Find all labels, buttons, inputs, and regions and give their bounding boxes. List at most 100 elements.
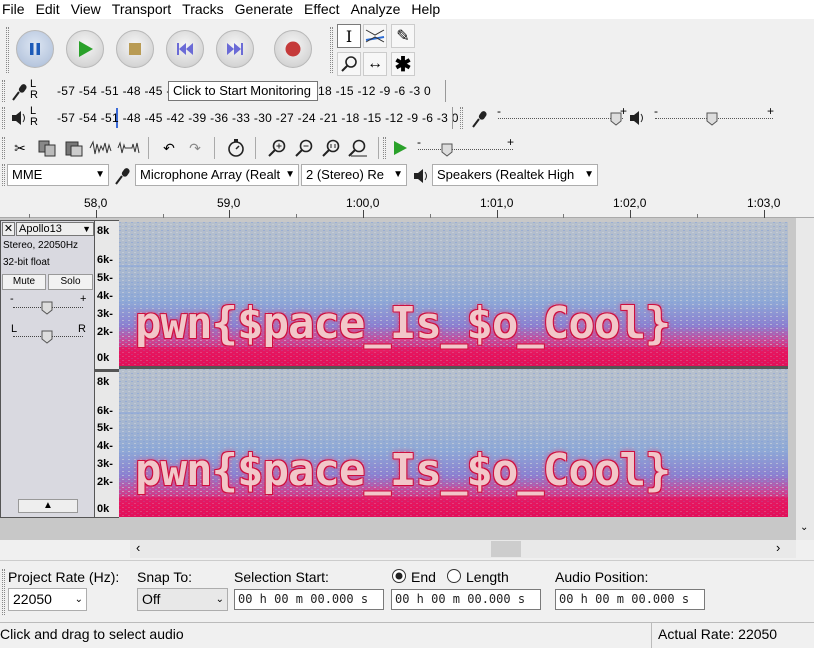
mute-button[interactable]: Mute <box>2 274 46 290</box>
zoom-tool[interactable] <box>337 52 361 76</box>
skip-to-start-button[interactable] <box>166 30 204 68</box>
menu-transport[interactable]: Transport <box>109 0 174 19</box>
toolbar-grip[interactable] <box>2 164 5 186</box>
slider-thumb[interactable] <box>610 112 622 126</box>
multi-tool[interactable]: ✱ <box>391 52 415 76</box>
toolbar-grip[interactable] <box>383 137 386 159</box>
selection-start-label: Selection Start: <box>234 569 329 585</box>
snap-to-value: Off <box>142 591 161 607</box>
magnifier-icon <box>341 56 357 72</box>
freq-label: 0k <box>97 352 110 364</box>
ruler-label: 1:02,0 <box>613 196 647 210</box>
track-name: Apollo13 <box>19 223 62 235</box>
record-meter-scale[interactable]: -57 -54 -51 -48 -45 -42 <box>57 84 185 98</box>
slider-thumb[interactable] <box>706 112 718 126</box>
play-at-speed-button[interactable] <box>388 136 412 160</box>
cut-button[interactable]: ✂ <box>8 136 32 160</box>
play-meter-scale[interactable]: -57 -54 -51 -48 -45 -42 -39 -36 -33 -30 … <box>57 111 459 125</box>
end-radio[interactable] <box>391 568 407 584</box>
selection-start-time[interactable]: 00 h 00 m 00.000 s <box>234 589 384 610</box>
redo-icon: ↷ <box>189 139 201 156</box>
undo-button[interactable]: ↶ <box>157 136 181 160</box>
slider-thumb[interactable] <box>41 301 53 315</box>
spectrogram-right-channel[interactable]: pwn{$pace_Is_$o_Cool} <box>119 369 788 517</box>
toolbar-grip[interactable] <box>6 27 9 73</box>
zoom-in-button[interactable] <box>265 136 289 160</box>
menu-tracks[interactable]: Tracks <box>179 0 226 19</box>
toolbar-grip[interactable] <box>2 107 5 129</box>
double-arrow-icon: ↔ <box>367 55 383 72</box>
zoom-fit-icon <box>348 139 367 157</box>
toolbar-grip[interactable] <box>2 137 5 159</box>
chevron-down-icon[interactable]: ⌄ <box>800 522 808 533</box>
redo-button[interactable]: ↷ <box>183 136 207 160</box>
chevron-right-icon[interactable]: › <box>776 540 780 555</box>
selection-tool[interactable]: I <box>337 24 361 48</box>
undo-icon: ↶ <box>163 139 175 156</box>
record-meter-scale-tail[interactable]: 18 -15 -12 -9 -6 -3 0 <box>318 84 431 98</box>
envelope-tool[interactable] <box>363 24 387 48</box>
track-control-panel[interactable]: ✕ Apollo13 ▼ Stereo, 22050Hz 32-bit floa… <box>0 220 95 518</box>
spectrogram-left-channel[interactable]: pwn{$pace_Is_$o_Cool} <box>119 222 788 366</box>
freq-label: 5k- <box>97 272 113 284</box>
slider-thumb[interactable] <box>41 330 53 344</box>
ruler-label: 1:00,0 <box>346 196 380 210</box>
audio-position-time[interactable]: 00 h 00 m 00.000 s <box>555 589 705 610</box>
close-track-button[interactable]: ✕ <box>2 222 15 236</box>
slider-thumb[interactable] <box>441 143 453 157</box>
menu-help[interactable]: Help <box>408 0 443 19</box>
scrollbar-thumb[interactable] <box>491 541 521 557</box>
actual-rate: Actual Rate: 22050 <box>658 626 778 642</box>
playback-device-select[interactable]: Speakers (Realtek High ▼ <box>432 164 598 186</box>
length-radio[interactable] <box>446 568 462 584</box>
frequency-ruler[interactable]: 8k 6k- 5k- 4k- 3k- 2k- 0k 8k 6k- 5k- 4k-… <box>95 220 119 518</box>
trim-button[interactable] <box>89 136 113 160</box>
collapse-track-button[interactable]: ▲ <box>18 499 78 513</box>
horizontal-scrollbar[interactable]: ‹ › <box>130 540 796 558</box>
timeline-ruler[interactable]: 58,0 59,0 1:00,0 1:01,0 1:02,0 1:03,0 <box>0 192 814 218</box>
freq-label: 5k- <box>97 422 113 434</box>
recording-channels-select[interactable]: 2 (Stereo) Re ▼ <box>301 164 407 186</box>
menu-analyze[interactable]: Analyze <box>348 0 404 19</box>
pause-button[interactable] <box>16 30 54 68</box>
silence-audio-icon <box>117 141 140 154</box>
solo-button[interactable]: Solo <box>48 274 93 290</box>
play-button[interactable] <box>66 30 104 68</box>
menu-generate[interactable]: Generate <box>232 0 296 19</box>
vertical-scrollbar[interactable]: ⌄ <box>796 218 814 540</box>
menu-effect[interactable]: Effect <box>301 0 343 19</box>
pause-icon <box>30 43 40 55</box>
play-icon <box>79 41 93 57</box>
record-button[interactable] <box>274 30 312 68</box>
fit-project-button[interactable] <box>346 136 370 160</box>
silence-button[interactable] <box>117 136 141 160</box>
toolbar-grip[interactable] <box>2 569 5 615</box>
record-volume-slider[interactable] <box>498 118 623 119</box>
mic-volume-icon <box>472 111 487 128</box>
timeshift-tool[interactable]: ↔ <box>363 52 387 76</box>
menu-view[interactable]: View <box>68 0 104 19</box>
project-rate-select[interactable]: 22050 ⌄ <box>8 588 87 611</box>
status-bar: Click and drag to select audio Actual Ra… <box>0 622 814 648</box>
toolbar-grip[interactable] <box>330 27 333 73</box>
stop-button[interactable] <box>116 30 154 68</box>
chevron-left-icon[interactable]: ‹ <box>136 540 140 555</box>
snap-to-select[interactable]: Off ⌄ <box>137 588 228 611</box>
paste-button[interactable] <box>62 136 86 160</box>
sync-lock-button[interactable] <box>224 136 248 160</box>
copy-button[interactable] <box>35 136 59 160</box>
track-menu-button[interactable]: Apollo13 ▼ <box>16 222 94 236</box>
selection-end-time[interactable]: 00 h 00 m 00.000 s <box>391 589 541 610</box>
draw-tool[interactable]: ✎ <box>391 24 415 48</box>
menu-file[interactable]: File <box>0 0 28 19</box>
fit-selection-button[interactable] <box>319 136 343 160</box>
recording-device-select[interactable]: Microphone Array (Realt ▼ <box>135 164 299 186</box>
toolbar-grip[interactable] <box>460 107 463 129</box>
audio-host-select[interactable]: MME ▼ <box>7 164 109 186</box>
track-bit-depth: 32-bit float <box>3 257 50 268</box>
play-speed-slider[interactable] <box>418 149 513 150</box>
skip-to-end-button[interactable] <box>216 30 254 68</box>
toolbar-grip[interactable] <box>2 80 5 102</box>
menu-edit[interactable]: Edit <box>33 0 63 19</box>
zoom-out-button[interactable] <box>292 136 316 160</box>
